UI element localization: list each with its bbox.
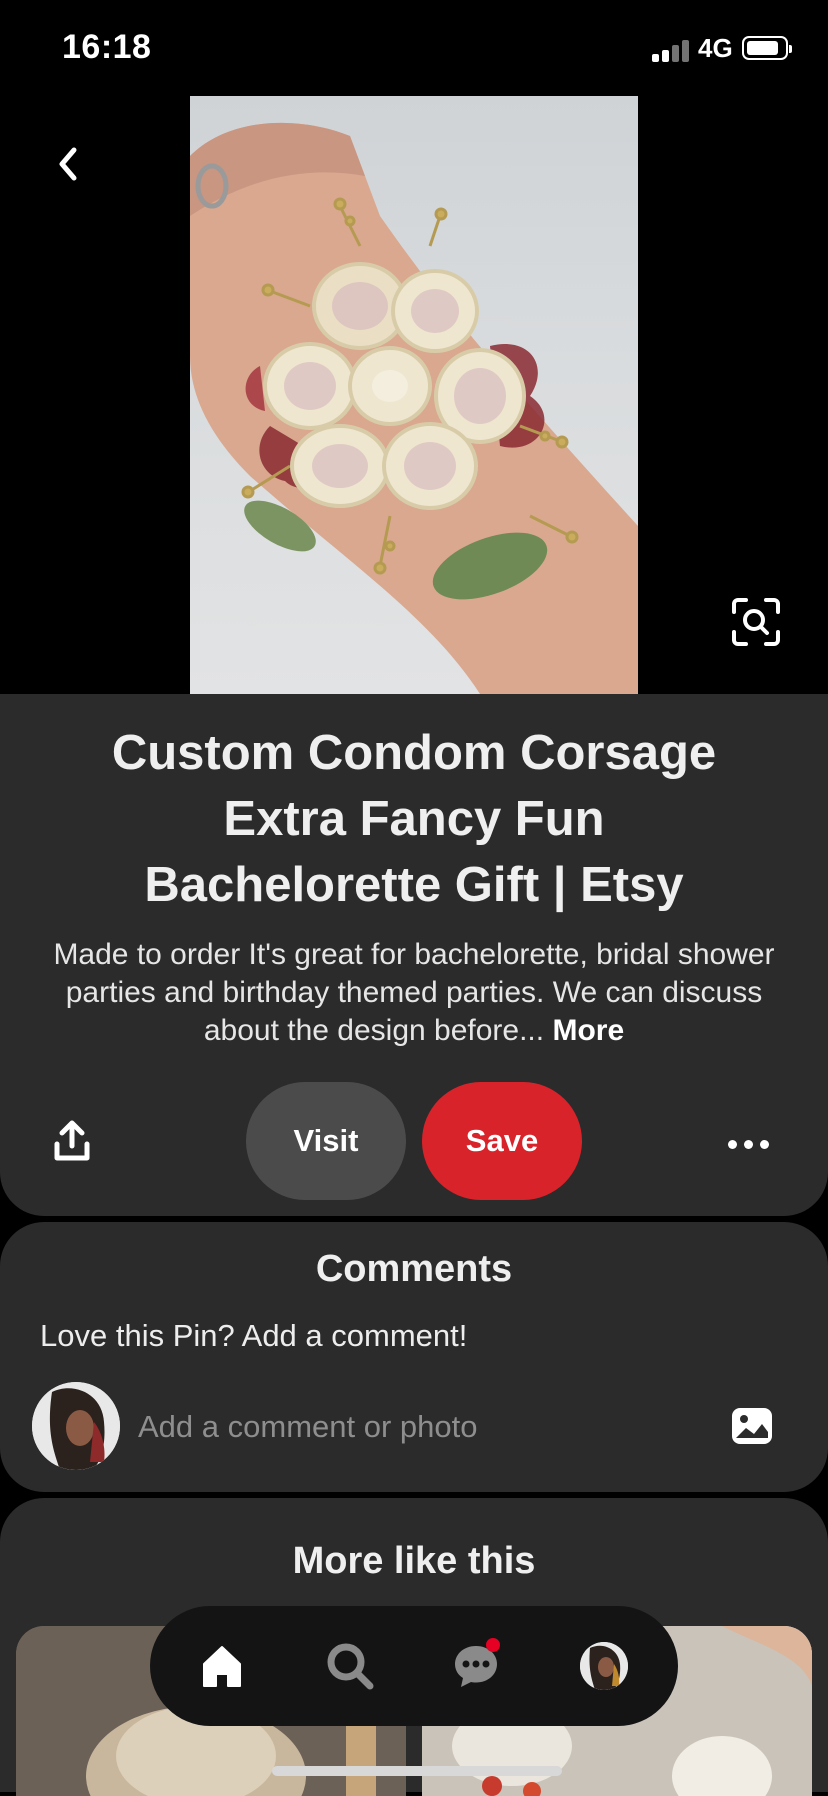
- ellipsis-icon: [728, 1139, 737, 1149]
- status-time: 16:18: [62, 28, 152, 66]
- nav-search[interactable]: [320, 1636, 380, 1696]
- pin-description: Made to order It's great for bachelorett…: [40, 936, 788, 1050]
- save-button[interactable]: Save: [422, 1082, 582, 1200]
- back-button[interactable]: [44, 140, 92, 188]
- nav-messages[interactable]: [446, 1636, 506, 1696]
- nav-home[interactable]: [192, 1636, 252, 1696]
- action-bar: Visit Save: [0, 1082, 828, 1202]
- comments-prompt: Love this Pin? Add a comment!: [40, 1318, 468, 1353]
- pin-title: Custom Condom Corsage Extra Fancy Fun Ba…: [40, 720, 788, 918]
- comments-title: Comments: [315, 1248, 513, 1290]
- nav-profile[interactable]: [574, 1636, 634, 1696]
- pin-description-text: Made to order It's great for bachelorett…: [53, 938, 775, 1047]
- pin-title-line: Bachelorette Gift | Etsy: [144, 858, 684, 912]
- network-type: 4G: [698, 33, 733, 63]
- pin-title-line: Custom Condom Corsage: [111, 726, 717, 780]
- notification-dot: [486, 1638, 500, 1652]
- pin-image[interactable]: [190, 96, 638, 694]
- visit-button[interactable]: Visit: [246, 1082, 406, 1200]
- more-like-this-title: More like this: [292, 1540, 536, 1582]
- share-icon: [54, 1120, 90, 1161]
- home-icon: [203, 1646, 241, 1687]
- visual-search-button[interactable]: [730, 596, 782, 648]
- chevron-left-icon: [59, 147, 77, 181]
- corsage-illustration: [190, 122, 638, 694]
- share-button[interactable]: [52, 1120, 100, 1168]
- comment-input[interactable]: [136, 1400, 700, 1454]
- photo-icon: [732, 1408, 772, 1444]
- battery-icon: [742, 36, 792, 60]
- status-bar: 16:18 4G: [0, 0, 828, 96]
- lens-search-icon: [732, 598, 780, 646]
- search-icon: [327, 1643, 374, 1690]
- signal-strength-icon: [652, 38, 692, 62]
- avatar[interactable]: [32, 1382, 120, 1470]
- more-link[interactable]: More: [552, 1014, 624, 1047]
- home-indicator: [272, 1766, 562, 1776]
- more-options-button[interactable]: [728, 1126, 776, 1162]
- add-photo-button[interactable]: [730, 1404, 774, 1448]
- bottom-nav: [150, 1606, 678, 1726]
- user-avatar-image: [32, 1382, 120, 1470]
- avatar: [580, 1642, 628, 1690]
- pin-title-line: Extra Fancy Fun: [223, 792, 605, 846]
